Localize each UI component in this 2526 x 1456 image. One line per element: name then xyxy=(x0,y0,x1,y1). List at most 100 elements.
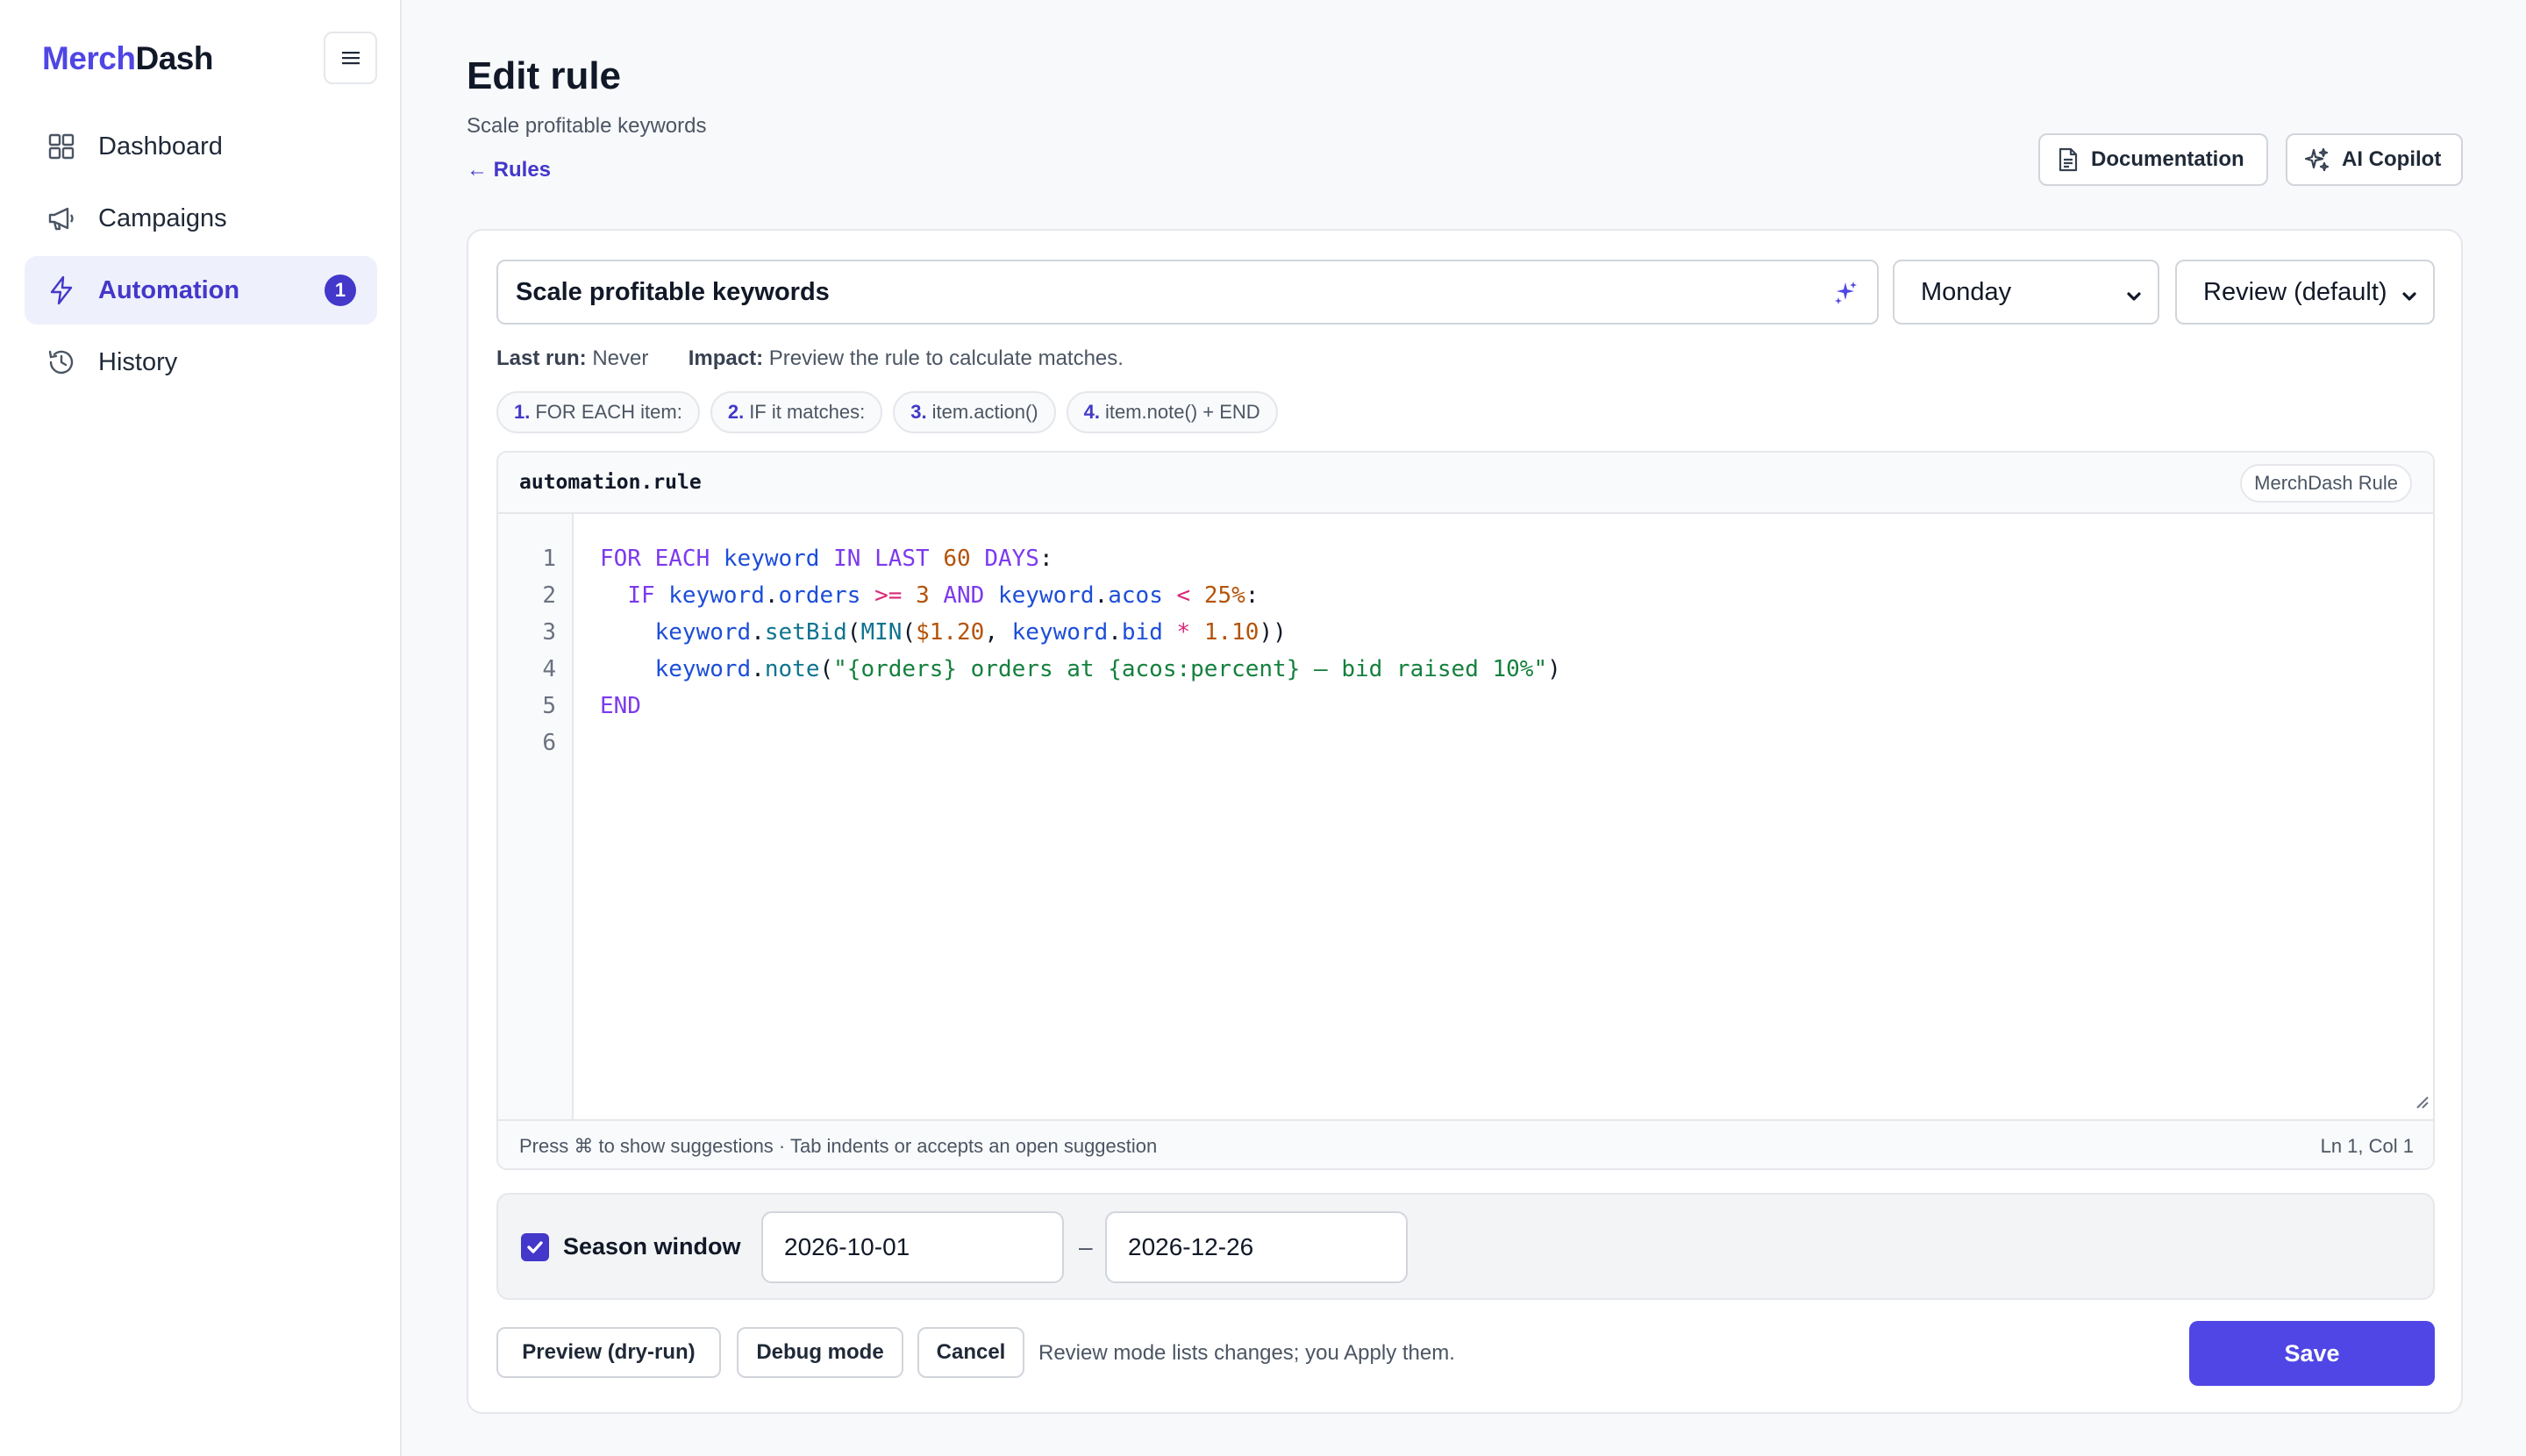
last-run-label: Last run: xyxy=(496,346,587,370)
code-token: IF xyxy=(627,582,669,609)
code-token: . xyxy=(751,656,765,682)
editor-header: automation.rule MerchDash Rule xyxy=(498,453,2433,514)
code-token: MIN xyxy=(860,619,903,646)
code-token: : xyxy=(1245,582,1259,609)
code-token: ( xyxy=(819,656,834,682)
code-token: keyword xyxy=(1011,619,1109,646)
documentation-button[interactable]: Documentation xyxy=(2038,133,2268,186)
step-text: IF it matches: xyxy=(749,401,866,423)
code-token: 1.10 xyxy=(1203,619,1259,646)
cancel-button[interactable]: Cancel xyxy=(917,1327,1024,1378)
impact-label: Impact: xyxy=(688,346,764,370)
step-chip[interactable]: 2. IF it matches: xyxy=(710,391,883,433)
ai-copilot-button[interactable]: AI Copilot xyxy=(2286,133,2463,186)
document-icon xyxy=(2058,147,2079,172)
save-button[interactable]: Save xyxy=(2189,1321,2435,1386)
season-window-panel: Season window 2026-10-01 – 2026-12-26 xyxy=(496,1193,2435,1300)
language-badge: MerchDash Rule xyxy=(2240,464,2412,503)
code-token: note xyxy=(764,656,820,682)
step-chip[interactable]: 1. FOR EACH item: xyxy=(496,391,700,433)
season-window-checkbox[interactable] xyxy=(521,1233,549,1261)
code-token: IN LAST xyxy=(819,546,944,572)
season-start-date-input[interactable]: 2026-10-01 xyxy=(761,1211,1064,1283)
code-line: 5 END xyxy=(498,688,2433,724)
season-end-date-input[interactable]: 2026-12-26 xyxy=(1105,1211,1408,1283)
bolt-icon xyxy=(46,275,77,306)
resize-handle-icon[interactable] xyxy=(2414,1094,2430,1114)
code-token: FOR EACH xyxy=(600,546,724,572)
code-token: acos xyxy=(1108,582,1163,609)
code-token: 60 xyxy=(943,546,971,572)
grid-icon xyxy=(46,131,77,162)
code-token: . xyxy=(751,619,765,646)
code-text: keyword.note("{orders} orders at {acos:p… xyxy=(600,651,1561,688)
menu-toggle-button[interactable] xyxy=(324,32,377,84)
code-token: "{orders} orders at {acos:percent} — bid… xyxy=(833,656,1548,682)
step-chips: 1. FOR EACH item: 2. IF it matches: 3. item… xyxy=(496,391,1288,433)
code-token: setBid xyxy=(764,619,847,646)
history-icon xyxy=(46,346,77,378)
rule-editor-card: Scale profitable keywords Monday Review … xyxy=(467,229,2463,1414)
megaphone-icon xyxy=(46,203,77,234)
step-number: 3. xyxy=(910,401,927,423)
sidebar-item-dashboard[interactable]: Dashboard xyxy=(25,112,377,181)
sidebar-item-campaigns[interactable]: Campaigns xyxy=(25,184,377,253)
step-text: item.action() xyxy=(931,401,1038,423)
sidebar-item-automation[interactable]: Automation 1 xyxy=(25,256,377,325)
code-token: keyword xyxy=(654,656,752,682)
back-to-rules-link[interactable]: ← Rules xyxy=(467,158,551,182)
code-token: orders xyxy=(778,582,861,609)
code-text: keyword.setBid(MIN($1.20, keyword.bid * … xyxy=(600,614,1287,651)
ai-suggest-icon[interactable] xyxy=(1833,279,1859,312)
code-token: . xyxy=(1094,582,1109,609)
code-textarea[interactable]: 1 FOR EACH keyword IN LAST 60 DAYS: 2 IF k… xyxy=(498,540,2433,761)
debug-mode-button[interactable]: Debug mode xyxy=(737,1327,903,1378)
preview-dry-run-button[interactable]: Preview (dry-run) xyxy=(496,1327,721,1378)
code-token: END xyxy=(600,693,641,719)
brand-part-2: Dash xyxy=(135,40,213,76)
season-start-value: 2026-10-01 xyxy=(784,1233,910,1260)
step-number: 2. xyxy=(727,401,745,423)
rule-meta: Last run: Never Impact: Preview the rule… xyxy=(496,346,1124,371)
sidebar-nav: Dashboard Campaigns Automation 1 History xyxy=(25,112,377,400)
code-text: IF keyword.orders >= 3 AND keyword.acos … xyxy=(600,577,1259,614)
rule-name-input[interactable]: Scale profitable keywords xyxy=(496,260,1879,325)
code-editor: automation.rule MerchDash Rule 1 FOR EACH… xyxy=(496,451,2435,1170)
impact-value: Preview the rule to calculate matches. xyxy=(768,346,1124,370)
line-number: 2 xyxy=(542,582,556,609)
code-token: AND xyxy=(929,582,998,609)
season-end-value: 2026-12-26 xyxy=(1128,1233,1254,1260)
season-window-label[interactable]: Season window xyxy=(563,1233,741,1260)
code-token: * xyxy=(1162,619,1204,646)
line-number: 6 xyxy=(542,730,556,756)
sidebar-item-label: History xyxy=(98,347,178,376)
brand-part-1: Merch xyxy=(42,40,136,76)
sidebar-item-history[interactable]: History xyxy=(25,328,377,396)
code-token: ( xyxy=(846,619,861,646)
code-token: ( xyxy=(902,619,917,646)
page-title: Edit rule xyxy=(467,54,622,97)
schedule-select[interactable]: Monday xyxy=(1893,260,2159,325)
brand-logo[interactable]: MerchDash xyxy=(42,40,213,77)
chevron-down-icon xyxy=(2124,284,2144,313)
code-token: $1.20 xyxy=(916,619,985,646)
step-text: item.note() + END xyxy=(1105,401,1260,423)
code-token: : xyxy=(1038,546,1053,572)
chevron-down-icon xyxy=(2400,284,2419,313)
page-subtitle: Scale profitable keywords xyxy=(467,114,707,138)
sidebar-item-label: Automation xyxy=(98,275,240,304)
code-token: 25% xyxy=(1203,582,1245,609)
code-token: keyword xyxy=(998,582,1095,609)
sidebar: MerchDash Dashboard Campaigns Automation… xyxy=(0,0,402,1456)
review-mode-note: Review mode lists changes; you Apply the… xyxy=(1038,1341,1455,1365)
code-line: 6 xyxy=(498,724,2433,761)
code-token: , xyxy=(984,619,1012,646)
step-chip[interactable]: 3. item.action() xyxy=(893,391,1056,433)
step-chip[interactable]: 4. item.note() + END xyxy=(1066,391,1278,433)
code-token: keyword xyxy=(723,546,820,572)
mode-select[interactable]: Review (default) xyxy=(2175,260,2435,325)
date-range-separator: – xyxy=(1079,1233,1093,1260)
code-token: bid xyxy=(1121,619,1163,646)
